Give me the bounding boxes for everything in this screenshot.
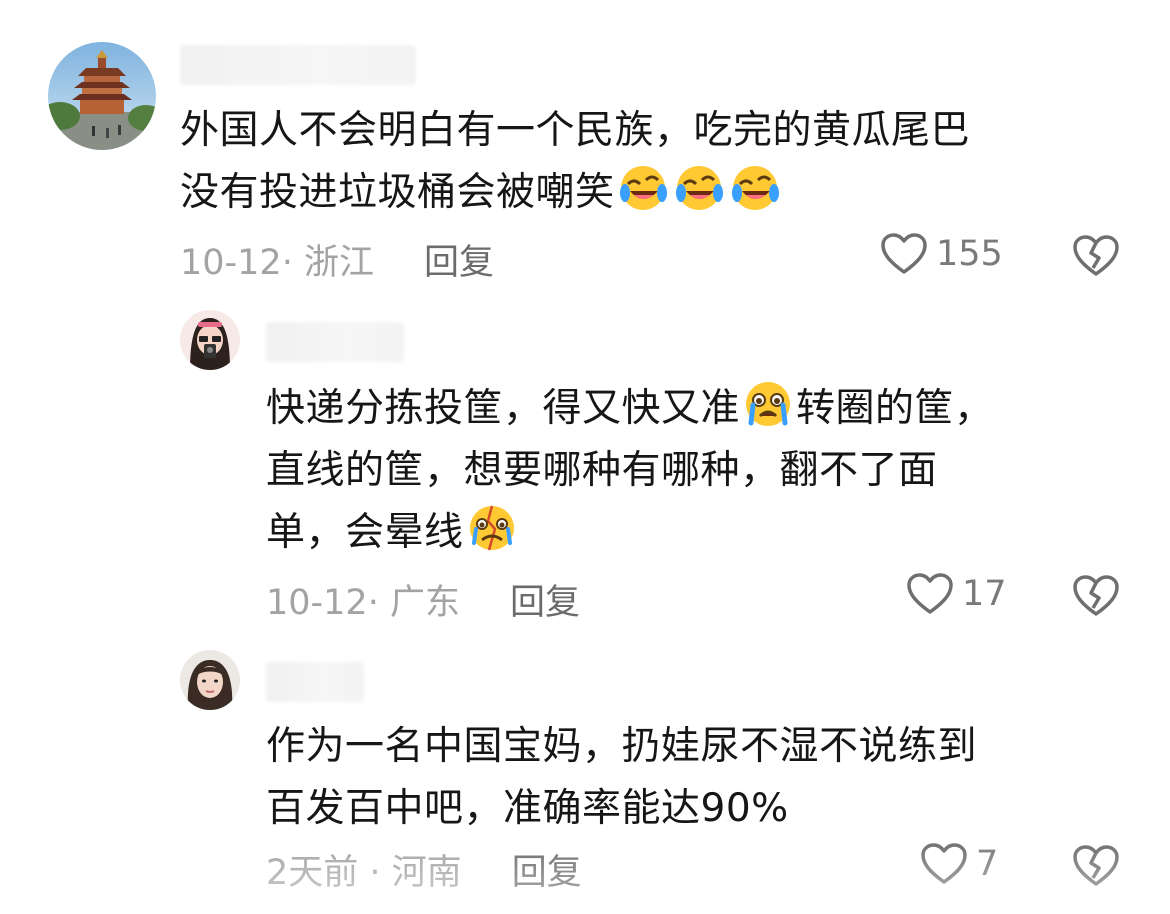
dislike-button[interactable] [1072, 844, 1120, 888]
broken-heart-icon [1072, 574, 1120, 618]
like-button[interactable]: 17 [906, 572, 1007, 616]
heart-outline-icon [920, 842, 968, 886]
comment-location: 浙江 [303, 243, 374, 283]
like-count: 7 [976, 844, 999, 884]
comment-date: 10-12 [180, 243, 282, 283]
like-button[interactable]: 7 [920, 842, 998, 886]
comment-line: 快递分拣投筐，得又快又准 [266, 386, 741, 431]
comment-line: 直线的筐，想要哪种有哪种，翻不了面 [266, 448, 938, 493]
laughing-crying-emoji [730, 163, 780, 213]
reply-button[interactable]: 回复 [510, 583, 580, 623]
broken-heart-icon [1072, 234, 1120, 278]
comment-line: 作为一名中国宝妈，扔娃尿不湿不说练到 [266, 724, 978, 769]
laughing-crying-emoji [674, 163, 724, 213]
heart-outline-icon [880, 232, 928, 276]
like-count: 155 [936, 234, 1003, 274]
dislike-button[interactable] [1072, 234, 1120, 278]
broken-heart-icon [1072, 844, 1120, 888]
avatar-girl-cartoon-image [180, 310, 240, 370]
comment-date: 2天前 [266, 853, 359, 893]
broken-face-emoji [467, 503, 517, 553]
username-blurred[interactable] [266, 662, 364, 702]
comment-text: 作为一名中国宝妈，扔娃尿不湿不说练到 百发百中吧，准确率能达90% [266, 716, 977, 840]
avatar-pagoda-image [48, 42, 156, 150]
comment-meta: 10-12· 浙江 回复 [180, 234, 494, 285]
meta-separator: · [358, 853, 392, 893]
comment-line: 转圈的筐， [796, 386, 994, 431]
like-count: 17 [962, 574, 1007, 614]
avatar-woman-photo-image [180, 650, 240, 710]
comment-line-with-emoji: 单，会晕线 [266, 502, 994, 564]
comment-text: 外国人不会明白有一个民族，吃完的黄瓜尾巴 没有投进垃圾桶会被嘲笑 [180, 100, 970, 224]
comment-line-with-emojis: 没有投进垃圾桶会被嘲笑 [180, 162, 970, 224]
comment-line: 百发百中吧，准确率能达90% [266, 786, 789, 831]
meta-separator: · [367, 583, 390, 623]
username-blurred[interactable] [266, 322, 404, 362]
laughing-crying-emoji [618, 163, 668, 213]
crying-emoji [743, 379, 793, 429]
username-blurred[interactable] [180, 45, 416, 85]
comment-meta: 10-12· 广东 回复 [266, 574, 580, 625]
reply-button[interactable]: 回复 [512, 853, 582, 893]
comment-date: 10-12 [266, 583, 368, 623]
comment-line-with-emoji: 快递分拣投筐，得又快又准 转圈的筐， [266, 378, 994, 440]
avatar[interactable] [180, 650, 240, 710]
like-button[interactable]: 155 [880, 232, 1003, 276]
heart-outline-icon [906, 572, 954, 616]
reply-button[interactable]: 回复 [424, 243, 494, 283]
comment-text: 快递分拣投筐，得又快又准 转圈的筐， 直线的筐，想要哪种有哪种，翻不了面 单，会晕… [266, 378, 994, 564]
avatar[interactable] [48, 42, 156, 150]
comment-meta: 2天前 · 河南 回复 [266, 844, 582, 895]
comment-line: 外国人不会明白有一个民族，吃完的黄瓜尾巴 [180, 108, 971, 153]
comment-location: 广东 [389, 583, 460, 623]
comment-line: 单，会晕线 [266, 510, 464, 555]
meta-separator: · [281, 243, 304, 283]
comment-location: 河南 [391, 853, 462, 893]
comment-line: 没有投进垃圾桶会被嘲笑 [180, 170, 615, 215]
dislike-button[interactable] [1072, 574, 1120, 618]
avatar[interactable] [180, 310, 240, 370]
